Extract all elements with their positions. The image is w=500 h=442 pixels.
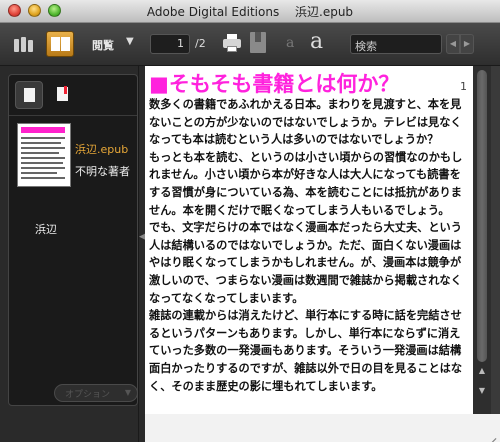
divider (9, 115, 137, 116)
book-cover-thumbnail (17, 123, 71, 187)
paragraph: でも、文字だらけの本ではなく漫画本だったら大丈夫、という人は結構いるのではないで… (149, 221, 462, 305)
horizontal-scroll-area (145, 414, 500, 442)
increase-font-size-button[interactable]: a (310, 29, 323, 54)
search-next-button[interactable]: ▶ (460, 34, 474, 54)
document-icon (24, 88, 35, 102)
app-window: Adobe Digital Editions 浜辺.epub 閲覧 ▼ 1 /2… (0, 0, 500, 442)
options-label: オプション (65, 390, 111, 400)
search-previous-button[interactable]: ◀ (446, 34, 460, 54)
page-number: 1 (460, 80, 467, 93)
toolbar: 閲覧 ▼ 1 /2 a a 検索 ◀ ▶ (0, 23, 500, 66)
current-page-field[interactable]: 1 (150, 34, 190, 54)
total-pages-label: /2 (195, 37, 206, 50)
reading-page: ■そもそも書籍とは何か？ 1 数多くの書籍であふれかえる日本。まわりを見渡すと、… (145, 66, 473, 414)
decrease-font-size-button[interactable]: a (286, 35, 294, 51)
scroll-up-arrow-icon[interactable]: ▲ (473, 364, 491, 378)
scroll-down-arrow-icon[interactable]: ▼ (473, 384, 491, 398)
bookmark-icon[interactable] (250, 32, 266, 53)
toc-item[interactable]: 浜辺 (35, 221, 57, 237)
tab-bookmarks[interactable] (49, 81, 77, 109)
sidebar-panel: 浜辺.epub 不明な著者 浜辺 (8, 74, 138, 406)
book-author: 不明な著者 (75, 165, 130, 178)
book-file-name: 浜辺.epub (75, 143, 129, 156)
reading-view-button[interactable] (46, 31, 74, 57)
title-bar: Adobe Digital Editions 浜辺.epub (0, 0, 500, 23)
paragraph: もっとも本を読む、というのは小さい頃からの習慣なのかもしれません。小さい頃から本… (149, 150, 463, 217)
page-body: 数多くの書籍であふれかえる日本。まわりを見渡すと、本を見ないことの方が少ないので… (149, 96, 467, 395)
library-view-button[interactable] (12, 31, 38, 57)
print-icon[interactable] (222, 33, 242, 53)
view-mode-label[interactable]: 閲覧 (92, 37, 114, 53)
sidebar: 浜辺.epub 不明な著者 浜辺 オプション ▼ (0, 66, 138, 442)
options-button[interactable]: オプション ▼ (54, 384, 138, 402)
chapter-title: ■そもそも書籍とは何か？ (149, 72, 400, 96)
chevron-down-icon: ▼ (124, 388, 131, 397)
tab-table-of-contents[interactable] (15, 81, 43, 109)
resize-grip-icon[interactable] (484, 426, 498, 442)
window-title: Adobe Digital Editions 浜辺.epub (146, 5, 354, 19)
paragraph: 数多くの書籍であふれかえる日本。まわりを見渡すと、本を見ないことの方が少ないので… (149, 98, 462, 147)
search-input[interactable]: 検索 (350, 34, 442, 54)
chevron-down-icon[interactable]: ▼ (126, 36, 134, 47)
paragraph: 雑誌の連載からは消えたけど、単行本にする時に話を完結させるというパターンもありま… (149, 309, 463, 393)
scroll-thumb[interactable] (477, 70, 487, 362)
vertical-scrollbar[interactable]: ▲ ▼ (473, 66, 491, 414)
